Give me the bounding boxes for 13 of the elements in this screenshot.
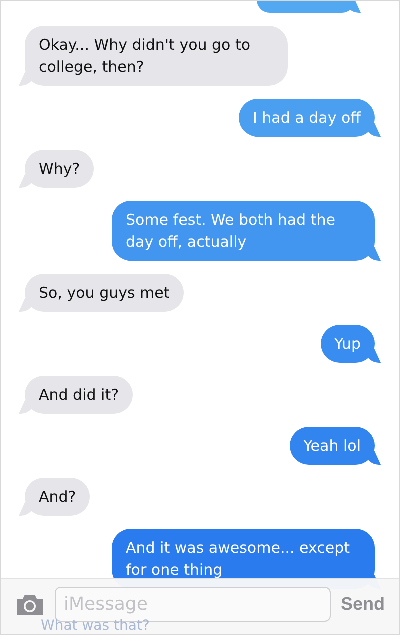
sent-message: Yeah lol <box>290 427 381 465</box>
received-message: So, you guys met <box>19 274 184 312</box>
send-button[interactable]: Send <box>340 594 385 615</box>
received-message: And did it? <box>19 376 134 414</box>
sent-message: Yup <box>320 325 381 363</box>
sent-message: Some fest. We both had the day off, actually <box>112 201 381 261</box>
camera-icon[interactable] <box>15 594 45 616</box>
sent-message: And it was awesome... except for one thing <box>112 529 381 589</box>
received-message: Okay... Why didn't you go to college, then? <box>19 26 288 86</box>
received-message: And? <box>19 478 90 516</box>
received-message: Why? <box>19 150 94 188</box>
sent-message: I had a day off <box>238 99 381 137</box>
hidden-message-text: What was that? <box>41 619 150 634</box>
